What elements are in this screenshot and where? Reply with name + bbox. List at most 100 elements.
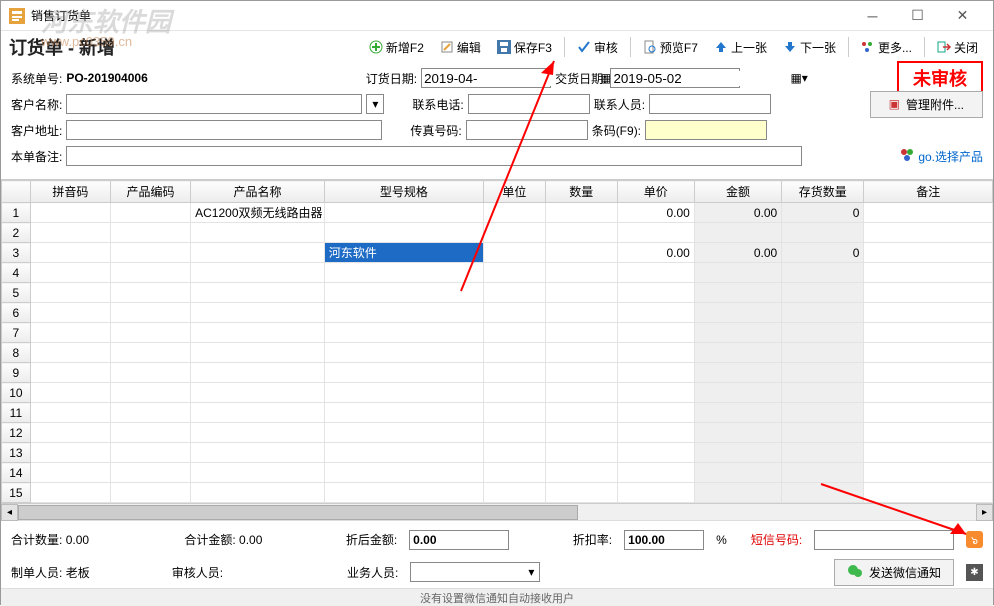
cell-price[interactable]	[617, 263, 694, 283]
manage-attach-button[interactable]: ▣管理附件...	[870, 91, 983, 118]
audit-button[interactable]: 审核	[570, 35, 625, 60]
product-grid[interactable]: 拼音码 产品编码 产品名称 型号规格 单位 数量 单价 金额 存货数量 备注 1…	[1, 180, 993, 503]
cell-code[interactable]	[110, 283, 190, 303]
cell-stock[interactable]	[782, 383, 864, 403]
row-header[interactable]: 8	[2, 343, 31, 363]
cell-pinyin[interactable]	[30, 483, 110, 503]
table-row[interactable]: 15	[2, 483, 993, 503]
close-window-button[interactable]: ✕	[940, 2, 985, 30]
cell-note[interactable]	[864, 203, 993, 223]
scroll-thumb[interactable]	[18, 505, 578, 520]
sales-combo[interactable]: ▾	[410, 562, 540, 582]
cell-code[interactable]	[110, 263, 190, 283]
cell-amount[interactable]	[694, 303, 781, 323]
row-header[interactable]: 3	[2, 243, 31, 263]
cell-stock[interactable]	[782, 463, 864, 483]
table-row[interactable]: 14	[2, 463, 993, 483]
cell-code[interactable]	[110, 423, 190, 443]
scroll-right-button[interactable]: ▸	[976, 504, 993, 521]
cell-stock[interactable]	[782, 363, 864, 383]
minimize-button[interactable]: ─	[850, 2, 895, 30]
cell-code[interactable]	[110, 483, 190, 503]
preview-button[interactable]: 预览F7	[636, 35, 705, 60]
cell-spec[interactable]	[324, 483, 483, 503]
cell-qty[interactable]	[545, 203, 617, 223]
cell-price[interactable]: 0.00	[617, 203, 694, 223]
cell-qty[interactable]	[545, 423, 617, 443]
col-qty[interactable]: 数量	[545, 181, 617, 203]
cell-stock[interactable]	[782, 423, 864, 443]
cell-name[interactable]	[191, 303, 325, 323]
next-button[interactable]: 下一张	[776, 35, 843, 60]
cell-qty[interactable]	[545, 363, 617, 383]
cell-price[interactable]	[617, 443, 694, 463]
cell-spec[interactable]	[324, 323, 483, 343]
table-row[interactable]: 13	[2, 443, 993, 463]
horizontal-scrollbar[interactable]: ◂ ▸	[1, 503, 993, 520]
cell-unit[interactable]	[484, 203, 546, 223]
discrate-input[interactable]	[624, 530, 704, 550]
cell-name[interactable]	[191, 283, 325, 303]
col-unit[interactable]: 单位	[484, 181, 546, 203]
cell-stock[interactable]: 0	[782, 243, 864, 263]
cell-pinyin[interactable]	[30, 423, 110, 443]
cell-stock[interactable]	[782, 443, 864, 463]
table-row[interactable]: 9	[2, 363, 993, 383]
cell-code[interactable]	[110, 303, 190, 323]
table-row[interactable]: 12	[2, 423, 993, 443]
cell-stock[interactable]: 0	[782, 203, 864, 223]
row-header[interactable]: 4	[2, 263, 31, 283]
cell-amount[interactable]	[694, 363, 781, 383]
deliverdate-input[interactable]: ▦▾	[610, 68, 740, 88]
cell-note[interactable]	[864, 363, 993, 383]
cell-note[interactable]	[864, 483, 993, 503]
cell-qty[interactable]	[545, 443, 617, 463]
col-pinyin[interactable]: 拼音码	[30, 181, 110, 203]
cell-price[interactable]	[617, 283, 694, 303]
prev-button[interactable]: 上一张	[707, 35, 774, 60]
orderdate-input[interactable]: ▦▾	[421, 68, 551, 88]
cell-unit[interactable]	[484, 443, 546, 463]
new-button[interactable]: 新增F2	[362, 35, 431, 60]
cell-price[interactable]	[617, 403, 694, 423]
cell-spec[interactable]	[324, 423, 483, 443]
table-row[interactable]: 8	[2, 343, 993, 363]
cell-code[interactable]	[110, 443, 190, 463]
cell-amount[interactable]	[694, 223, 781, 243]
chevron-down-icon[interactable]: ▾	[802, 71, 808, 85]
row-header[interactable]: 1	[2, 203, 31, 223]
cell-code[interactable]	[110, 323, 190, 343]
cell-spec[interactable]	[324, 343, 483, 363]
cell-pinyin[interactable]	[30, 343, 110, 363]
table-row[interactable]: 5	[2, 283, 993, 303]
row-header[interactable]: 9	[2, 363, 31, 383]
cell-note[interactable]	[864, 463, 993, 483]
cell-price[interactable]	[617, 323, 694, 343]
row-header[interactable]: 10	[2, 383, 31, 403]
cell-spec[interactable]	[324, 403, 483, 423]
cell-amount[interactable]	[694, 483, 781, 503]
cell-code[interactable]	[110, 383, 190, 403]
cell-stock[interactable]	[782, 283, 864, 303]
config-icon[interactable]: ✱	[966, 564, 983, 581]
cell-note[interactable]	[864, 443, 993, 463]
cell-amount[interactable]	[694, 383, 781, 403]
cell-name[interactable]	[191, 363, 325, 383]
cell-price[interactable]	[617, 363, 694, 383]
cell-stock[interactable]	[782, 323, 864, 343]
cell-spec[interactable]	[324, 263, 483, 283]
cell-name[interactable]	[191, 343, 325, 363]
cell-pinyin[interactable]	[30, 203, 110, 223]
cell-pinyin[interactable]	[30, 443, 110, 463]
save-button[interactable]: 保存F3	[490, 35, 559, 60]
table-row[interactable]: 10	[2, 383, 993, 403]
remark-input[interactable]	[66, 146, 802, 166]
cell-pinyin[interactable]	[30, 223, 110, 243]
chevron-down-icon[interactable]: ▾	[366, 94, 384, 114]
cell-note[interactable]	[864, 283, 993, 303]
edit-button[interactable]: 编辑	[433, 35, 488, 60]
cell-qty[interactable]	[545, 343, 617, 363]
cell-name[interactable]	[191, 443, 325, 463]
cell-pinyin[interactable]	[30, 263, 110, 283]
cell-qty[interactable]	[545, 243, 617, 263]
